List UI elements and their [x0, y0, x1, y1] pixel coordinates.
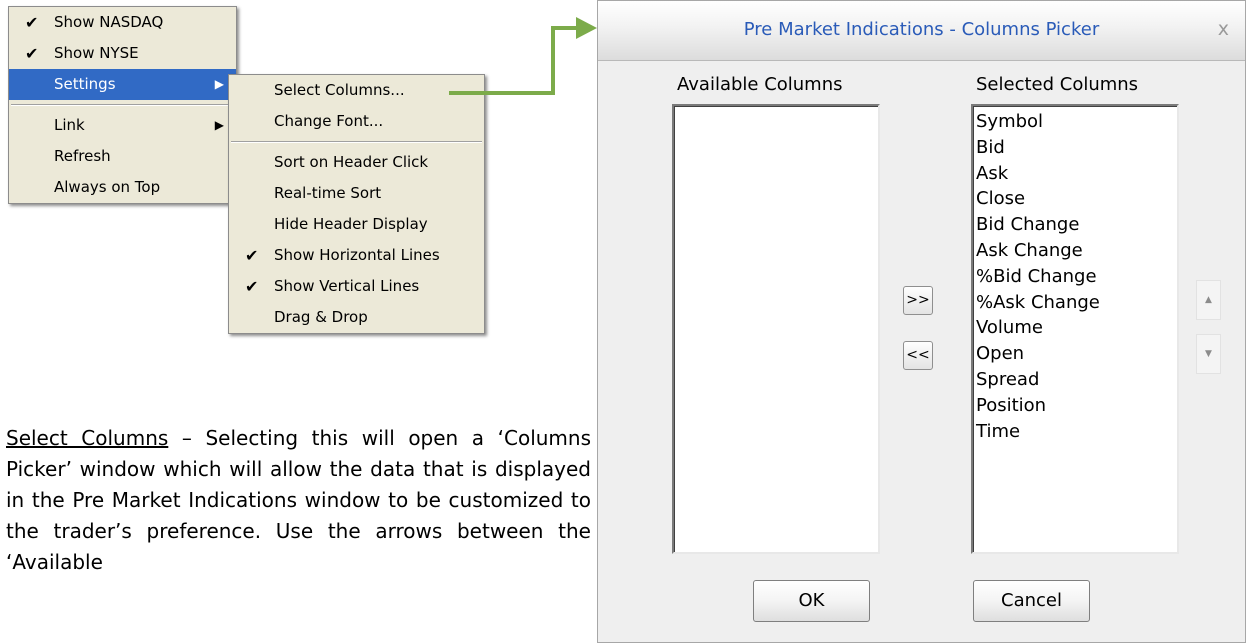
menu-item-show-nyse[interactable]: ✔ Show NYSE — [9, 38, 236, 69]
list-item[interactable]: Time — [976, 419, 1177, 445]
columns-picker-dialog: Pre Market Indications - Columns Picker … — [597, 0, 1246, 643]
ok-button[interactable]: OK — [753, 580, 870, 622]
menu-item-show-nasdaq[interactable]: ✔ Show NASDAQ — [9, 7, 236, 38]
menu-item-select-columns[interactable]: Select Columns... — [229, 75, 484, 106]
description-text: Select Columns – Selecting this will ope… — [6, 423, 591, 578]
menu-item-show-vertical-lines[interactable]: ✔ Show Vertical Lines — [229, 271, 484, 302]
checkmark-icon: ✔ — [245, 277, 259, 296]
menu-item-label: Real-time Sort — [274, 184, 382, 202]
available-columns-list[interactable] — [672, 104, 880, 554]
menu-separator — [9, 100, 236, 110]
menu-item-change-font[interactable]: Change Font... — [229, 106, 484, 137]
list-item[interactable]: Symbol — [976, 109, 1177, 135]
arrow-up-icon: ▲ — [1205, 295, 1212, 305]
menu-item-label: Always on Top — [54, 178, 161, 196]
menu-item-label: Settings — [54, 75, 116, 93]
menu-item-always-on-top[interactable]: Always on Top — [9, 172, 236, 203]
menu-item-label: Change Font... — [274, 112, 384, 130]
menu-item-label: Link — [54, 116, 85, 134]
close-icon[interactable]: x — [1218, 18, 1229, 40]
menu-item-hide-header-display[interactable]: Hide Header Display — [229, 209, 484, 240]
list-item[interactable]: Bid — [976, 135, 1177, 161]
context-menu: ✔ Show NASDAQ ✔ Show NYSE Settings ▶ Lin… — [8, 6, 237, 204]
menu-item-label: Hide Header Display — [274, 215, 428, 233]
list-item[interactable]: Bid Change — [976, 212, 1177, 238]
list-item[interactable]: Position — [976, 393, 1177, 419]
list-item[interactable]: Close — [976, 186, 1177, 212]
menu-item-drag-and-drop[interactable]: Drag & Drop — [229, 302, 484, 333]
list-item[interactable]: %Bid Change — [976, 264, 1177, 290]
checkmark-icon: ✔ — [245, 246, 259, 265]
menu-item-label: Show Horizontal Lines — [274, 246, 440, 264]
menu-item-label: Show Vertical Lines — [274, 277, 420, 295]
checkmark-icon: ✔ — [25, 13, 39, 32]
menu-item-show-horizontal-lines[interactable]: ✔ Show Horizontal Lines — [229, 240, 484, 271]
title-bar[interactable]: Pre Market Indications - Columns Picker … — [598, 1, 1245, 61]
menu-item-label: Refresh — [54, 147, 111, 165]
menu-item-label: Drag & Drop — [274, 308, 368, 326]
selected-columns-label: Selected Columns — [976, 74, 1139, 95]
list-item[interactable]: Volume — [976, 315, 1177, 341]
list-item[interactable]: Spread — [976, 367, 1177, 393]
menu-separator — [229, 137, 484, 147]
move-up-button[interactable]: ▲ — [1196, 280, 1221, 320]
list-item[interactable]: Ask — [976, 161, 1177, 187]
cancel-button[interactable]: Cancel — [973, 580, 1090, 622]
description-dash: – — [168, 426, 206, 450]
selected-columns-list[interactable]: Symbol Bid Ask Close Bid Change Ask Chan… — [971, 104, 1179, 554]
menu-item-real-time-sort[interactable]: Real-time Sort — [229, 178, 484, 209]
add-column-button[interactable]: >> — [903, 286, 933, 315]
list-item[interactable]: %Ask Change — [976, 290, 1177, 316]
menu-item-link[interactable]: Link ▶ — [9, 110, 236, 141]
menu-item-refresh[interactable]: Refresh — [9, 141, 236, 172]
menu-item-settings[interactable]: Settings ▶ — [9, 69, 236, 100]
menu-item-sort-on-header-click[interactable]: Sort on Header Click — [229, 147, 484, 178]
checkmark-icon: ✔ — [25, 44, 39, 63]
menu-item-label: Show NYSE — [54, 44, 139, 62]
list-item[interactable]: Ask Change — [976, 238, 1177, 264]
menu-item-label: Sort on Header Click — [274, 153, 429, 171]
settings-submenu: Select Columns... Change Font... Sort on… — [228, 74, 485, 334]
arrow-down-icon: ▼ — [1205, 349, 1212, 359]
submenu-arrow-icon: ▶ — [214, 77, 224, 91]
remove-column-button[interactable]: << — [903, 341, 933, 370]
menu-item-label: Select Columns... — [274, 81, 405, 99]
description-heading: Select Columns — [6, 426, 169, 450]
submenu-arrow-icon: ▶ — [214, 118, 224, 132]
list-item[interactable]: Open — [976, 341, 1177, 367]
available-columns-label: Available Columns — [677, 74, 843, 95]
menu-item-label: Show NASDAQ — [54, 13, 164, 31]
move-down-button[interactable]: ▼ — [1196, 334, 1221, 374]
dialog-title: Pre Market Indications - Columns Picker — [743, 19, 1100, 40]
